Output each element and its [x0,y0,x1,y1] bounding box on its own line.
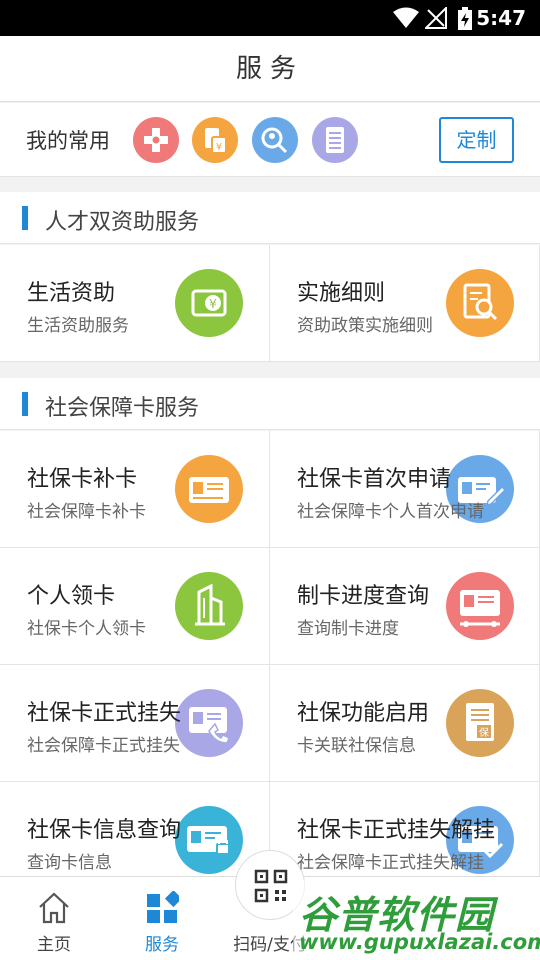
service-card-replacement[interactable]: 社保卡补卡 社会保障卡补卡 [0,431,270,548]
service-title: 社保卡首次申请 [297,467,452,492]
document-search-icon [446,269,514,337]
service-subtitle: 社会保障卡正式挂失解挂 [297,853,484,873]
id-card-icon [175,455,243,523]
section-header-talent-subsidy: 人才双资助服务 [0,192,540,244]
tab-service[interactable]: 服务 [108,877,216,960]
customize-button[interactable]: 定制 [439,117,514,163]
service-title: 社保卡正式挂失解挂 [297,818,496,843]
service-card-first-application[interactable]: 社保卡首次申请 社会保障卡个人首次申请 [270,431,540,548]
svg-text:保: 保 [479,726,489,739]
section-accent-bar [22,392,28,416]
wifi-icon [393,7,419,28]
service-subtitle: 查询制卡进度 [297,619,399,639]
service-title: 社保卡信息查询 [27,818,182,843]
section-title: 社会保障卡服务 [45,396,200,421]
service-personal-card-pickup[interactable]: 个人领卡 社保卡个人领卡 [0,548,270,665]
favorites-label: 我的常用 [26,129,110,153]
watermark-url: www.gupuxlazai.com [299,930,540,954]
service-title: 社保功能启用 [297,701,430,726]
service-social-function-enable[interactable]: 社保功能启用 卡关联社保信息 保 [270,665,540,782]
status-time: 5:47 [476,6,526,30]
service-card-loss-report[interactable]: 社保卡正式挂失 社会保障卡正式挂失 [0,665,270,782]
medical-cross-icon[interactable] [133,117,179,163]
section-header-social-security-card: 社会保障卡服务 [0,378,540,430]
document-list-icon[interactable] [312,117,358,163]
tab-home[interactable]: 主页 [0,877,108,960]
service-subtitle: 社保卡个人领卡 [27,619,146,639]
service-title: 社保卡补卡 [27,467,138,492]
grid-icon [147,891,179,923]
wallet-yuan-icon: ¥ [175,269,243,337]
service-title: 实施细则 [297,281,386,306]
service-subtitle: 查询卡信息 [27,853,112,873]
bill-yuan-icon[interactable]: ¥ [192,117,238,163]
service-subtitle: 资助政策实施细则 [297,316,433,336]
service-subtitle: 生活资助服务 [27,316,129,336]
building-icon [175,572,243,640]
section-accent-bar [22,206,28,230]
qr-code-icon [254,869,288,903]
service-title: 生活资助 [27,281,116,306]
watermark: 谷普软件园 www.gupuxlazai.com [293,880,540,960]
tab-label: 主页 [37,935,71,955]
card-phone-icon [175,689,243,757]
search-people-icon[interactable] [252,117,298,163]
home-icon [39,892,69,924]
card-progress-icon [446,572,514,640]
battery-charging-icon [458,7,472,30]
service-subtitle: 社会保障卡补卡 [27,502,146,522]
service-subtitle: 社会保障卡正式挂失 [27,736,180,756]
svg-text:¥: ¥ [209,297,217,311]
service-title: 个人领卡 [27,584,116,609]
status-bar: 5:47 [0,0,540,36]
service-card-progress-query[interactable]: 制卡进度查询 查询制卡进度 [270,548,540,665]
service-implementation-rules[interactable]: 实施细则 资助政策实施细则 [270,245,540,362]
tab-label: 服务 [145,935,179,955]
service-subtitle: 卡关联社保信息 [297,736,416,756]
svg-text:¥: ¥ [216,142,222,153]
favorites-bar: 我的常用 ¥ 定制 [0,103,540,177]
insurance-doc-icon: 保 [446,689,514,757]
service-title: 社保卡正式挂失 [27,701,182,726]
page-title: 服务 [0,36,540,102]
service-subtitle: 社会保障卡个人首次申请 [297,502,484,522]
no-signal-icon [425,7,447,29]
service-living-subsidy[interactable]: 生活资助 生活资助服务 ¥ [0,245,270,362]
card-lock-icon [175,806,243,874]
section-title: 人才双资助服务 [45,210,200,235]
service-title: 制卡进度查询 [297,584,430,609]
